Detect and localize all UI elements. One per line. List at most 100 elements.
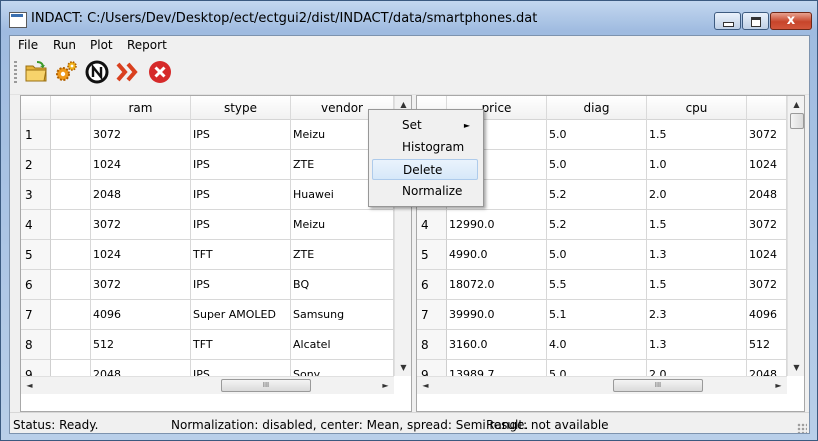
scrollbar-thumb[interactable]: III (613, 379, 703, 392)
table-cell[interactable]: 1024 (747, 150, 787, 180)
context-menu-histogram[interactable]: Histogram (372, 137, 478, 158)
menu-file[interactable]: File (18, 38, 38, 52)
row-header[interactable]: 4 (21, 210, 51, 240)
table-cell[interactable]: 12990.0 (447, 210, 547, 240)
row-header[interactable]: 2 (21, 150, 51, 180)
table-cell[interactable]: 512 (91, 330, 191, 360)
row-header[interactable]: 7 (417, 300, 447, 330)
table-cell[interactable]: IPS (191, 120, 291, 150)
menu-plot[interactable]: Plot (90, 38, 113, 52)
table-cell[interactable]: 2.3 (647, 300, 747, 330)
table-cell[interactable]: 4.0 (547, 330, 647, 360)
row-header[interactable]: 5 (21, 240, 51, 270)
table-cell[interactable]: 5.0 (547, 120, 647, 150)
table-cell[interactable]: 5.5 (547, 270, 647, 300)
table-cell[interactable]: 1024 (91, 240, 191, 270)
fast-forward-icon[interactable] (116, 60, 140, 84)
scroll-left-arrow[interactable]: ◄ (21, 377, 38, 394)
menu-run[interactable]: Run (53, 38, 76, 52)
table-cell[interactable]: Alcatel (291, 330, 394, 360)
table-cell[interactable]: Meizu (291, 210, 394, 240)
scroll-right-arrow[interactable]: ► (770, 377, 787, 394)
row-header[interactable]: 5 (417, 240, 447, 270)
row-header[interactable]: 8 (21, 330, 51, 360)
table-cell[interactable]: 1024 (747, 240, 787, 270)
table-cell[interactable]: 4990.0 (447, 240, 547, 270)
scrollbar-thumb[interactable]: III (221, 379, 311, 392)
maximize-button[interactable] (742, 12, 769, 30)
table-cell[interactable]: 5.0 (547, 240, 647, 270)
scroll-down-arrow[interactable]: ▼ (788, 359, 804, 376)
table-cell[interactable] (51, 330, 91, 360)
table-cell[interactable]: 512 (747, 330, 787, 360)
column-header-diag[interactable]: diag (547, 96, 647, 120)
table-cell[interactable] (51, 150, 91, 180)
table-cell[interactable]: 2048 (747, 180, 787, 210)
table-cell[interactable]: 3072 (91, 210, 191, 240)
right-horizontal-scrollbar[interactable]: ◄ III ► (417, 376, 787, 394)
row-header[interactable]: 4 (417, 210, 447, 240)
table-cell[interactable]: 3072 (747, 210, 787, 240)
table-cell[interactable]: 1.5 (647, 270, 747, 300)
toolbar-grip[interactable] (14, 61, 17, 85)
table-cell[interactable]: 2048 (91, 180, 191, 210)
close-circle-icon[interactable] (148, 60, 172, 84)
table-cell[interactable]: IPS (191, 270, 291, 300)
table-cell[interactable]: IPS (191, 210, 291, 240)
left-horizontal-scrollbar[interactable]: ◄ III ► (21, 376, 394, 394)
scrollbar-thumb[interactable] (790, 113, 804, 129)
table-cell[interactable]: BQ (291, 270, 394, 300)
row-header[interactable]: 3 (21, 180, 51, 210)
context-menu-normalize[interactable]: Normalize (372, 181, 478, 202)
scroll-right-arrow[interactable]: ► (377, 377, 394, 394)
table-cell[interactable]: 1.5 (647, 210, 747, 240)
column-header-cpu[interactable]: cpu (647, 96, 747, 120)
right-vertical-scrollbar[interactable]: ▲ ▼ (787, 96, 804, 376)
scroll-up-arrow[interactable]: ▲ (788, 96, 804, 113)
row-header[interactable]: 8 (417, 330, 447, 360)
table-cell[interactable] (51, 240, 91, 270)
row-header[interactable]: 6 (417, 270, 447, 300)
resize-grip[interactable] (797, 423, 807, 433)
left-data-table[interactable]: ram stype vendor 1 3072 IPS Meizu 2 1024 IPS ZT… (20, 95, 412, 412)
open-folder-icon[interactable] (24, 60, 48, 84)
column-header[interactable] (51, 96, 91, 120)
table-cell[interactable]: 3072 (747, 270, 787, 300)
table-cell[interactable]: IPS (191, 180, 291, 210)
table-cell[interactable] (51, 270, 91, 300)
corner-cell[interactable] (21, 96, 51, 120)
column-header[interactable] (747, 96, 787, 120)
column-header-ram[interactable]: ram (91, 96, 191, 120)
column-header-stype[interactable]: stype (191, 96, 291, 120)
table-cell[interactable] (51, 120, 91, 150)
table-cell[interactable]: 4096 (91, 300, 191, 330)
table-cell[interactable]: IPS (191, 150, 291, 180)
normalize-n-icon[interactable] (85, 60, 109, 84)
table-cell[interactable]: 5.0 (547, 150, 647, 180)
table-cell[interactable]: 1.0 (647, 150, 747, 180)
table-cell[interactable]: 3160.0 (447, 330, 547, 360)
table-cell[interactable]: 1.3 (647, 240, 747, 270)
close-button[interactable]: x (770, 12, 812, 30)
minimize-button[interactable] (714, 12, 741, 30)
table-cell[interactable]: 1.3 (647, 330, 747, 360)
row-header[interactable]: 6 (21, 270, 51, 300)
table-cell[interactable]: 3072 (91, 270, 191, 300)
table-cell[interactable] (51, 210, 91, 240)
table-cell[interactable]: TFT (191, 240, 291, 270)
table-cell[interactable]: 3072 (91, 120, 191, 150)
table-cell[interactable]: TFT (191, 330, 291, 360)
table-cell[interactable]: 5.1 (547, 300, 647, 330)
gears-icon[interactable] (54, 60, 78, 84)
table-cell[interactable]: 5.2 (547, 180, 647, 210)
table-cell[interactable]: 18072.0 (447, 270, 547, 300)
table-cell[interactable]: 1024 (91, 150, 191, 180)
table-cell[interactable]: 3072 (747, 120, 787, 150)
table-cell[interactable] (51, 180, 91, 210)
context-menu-delete[interactable]: Delete (372, 159, 478, 180)
table-cell[interactable]: Samsung (291, 300, 394, 330)
scroll-down-arrow[interactable]: ▼ (395, 359, 411, 376)
table-cell[interactable]: 4096 (747, 300, 787, 330)
table-cell[interactable]: 2.0 (647, 180, 747, 210)
scroll-left-arrow[interactable]: ◄ (417, 377, 434, 394)
